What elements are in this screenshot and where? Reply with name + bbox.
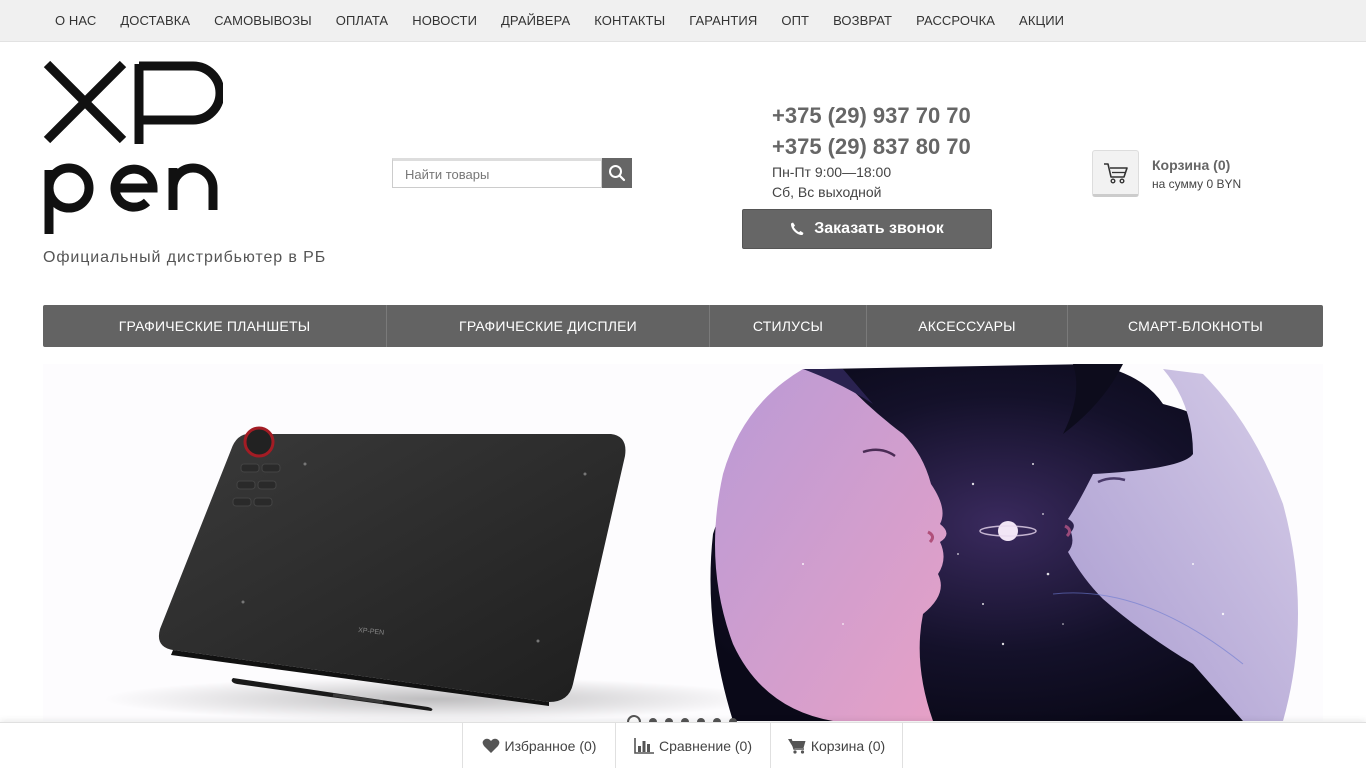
top-nav-item-installments[interactable]: РАССРОЧКА [904, 13, 1007, 28]
search-button[interactable] [602, 158, 632, 188]
top-nav-item-contacts[interactable]: КОНТАКТЫ [582, 13, 677, 28]
working-hours-weekend: Сб, Вс выходной [772, 184, 882, 200]
bottom-cart-button[interactable]: Корзина (0) [770, 723, 903, 768]
category-graphic-displays[interactable]: ГРАФИЧЕСКИЕ ДИСПЛЕИ [387, 305, 710, 347]
hero-banner[interactable]: XP-PEN [43, 364, 1323, 721]
site-tagline: Официальный дистрибьютер в РБ [43, 249, 327, 266]
request-callback-label: Заказать звонок [814, 220, 944, 237]
category-accessories[interactable]: АКСЕССУАРЫ [867, 305, 1068, 347]
category-graphic-tablets[interactable]: ГРАФИЧЕСКИЕ ПЛАНШЕТЫ [43, 305, 387, 347]
top-nav-item-wholesale[interactable]: ОПТ [769, 13, 821, 28]
working-hours-weekdays: Пн-Пт 9:00—18:00 [772, 164, 892, 180]
header-cart[interactable]: Корзина (0) на сумму 0 BYN [1092, 150, 1241, 197]
top-nav-item-warranty[interactable]: ГАРАНТИЯ [677, 13, 769, 28]
compare-label: Сравнение (0) [659, 738, 752, 754]
compare-button[interactable]: Сравнение (0) [615, 723, 770, 768]
site-logo[interactable] [43, 60, 225, 235]
request-callback-button[interactable]: Заказать звонок [742, 209, 992, 249]
phone-number-secondary[interactable]: +375 (29) 837 80 70 [772, 131, 971, 162]
banner-image: XP-PEN [43, 364, 1323, 721]
search-icon [609, 165, 626, 182]
favorites-button[interactable]: Избранное (0) [462, 723, 615, 768]
favorites-label: Избранное (0) [504, 738, 597, 754]
top-nav-item-promotions[interactable]: АКЦИИ [1007, 13, 1076, 28]
top-nav-item-delivery[interactable]: ДОСТАВКА [108, 13, 202, 28]
top-nav-item-payment[interactable]: ОПЛАТА [324, 13, 400, 28]
shopping-cart-icon [1103, 162, 1128, 184]
header-cart-info: Корзина (0) на сумму 0 BYN [1152, 155, 1241, 193]
category-styluses[interactable]: СТИЛУСЫ [710, 305, 867, 347]
top-nav-item-drivers[interactable]: ДРАЙВЕРА [489, 13, 582, 28]
header-cart-button[interactable] [1092, 150, 1139, 197]
header-cart-title[interactable]: Корзина (0) [1152, 155, 1241, 175]
top-nav-item-pickup[interactable]: САМОВЫВОЗЫ [202, 13, 324, 28]
bar-chart-icon [634, 738, 654, 754]
bottom-cart-label: Корзина (0) [810, 738, 886, 754]
phone-number-primary[interactable]: +375 (29) 937 70 70 [772, 100, 971, 131]
xppen-logo-graphic [43, 60, 225, 234]
category-smart-notebooks[interactable]: СМАРТ-БЛОКНОТЫ [1068, 305, 1323, 347]
search-form [392, 158, 632, 188]
top-nav-item-return[interactable]: ВОЗВРАТ [821, 13, 904, 28]
top-nav-item-about[interactable]: О НАС [43, 13, 108, 28]
top-nav-item-news[interactable]: НОВОСТИ [400, 13, 489, 28]
top-nav: О НАС ДОСТАВКА САМОВЫВОЗЫ ОПЛАТА НОВОСТИ… [0, 0, 1366, 42]
phone-icon [791, 222, 804, 236]
bottom-action-bar: Избранное (0) Сравнение (0) Корзина (0) [0, 722, 1366, 768]
category-menu: ГРАФИЧЕСКИЕ ПЛАНШЕТЫ ГРАФИЧЕСКИЕ ДИСПЛЕИ… [43, 305, 1323, 347]
heart-icon [482, 738, 499, 753]
shopping-cart-icon [787, 738, 806, 754]
contact-block: +375 (29) 937 70 70 +375 (29) 837 80 70 … [772, 100, 971, 202]
search-input[interactable] [392, 158, 602, 188]
header-cart-sum: на сумму 0 BYN [1152, 176, 1242, 191]
